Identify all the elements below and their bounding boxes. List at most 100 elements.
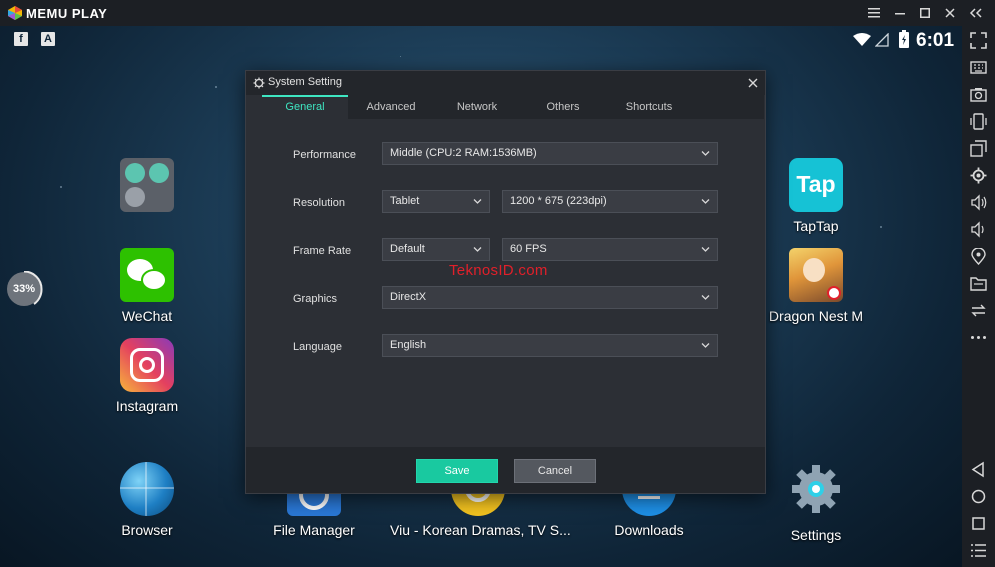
performance-label: Performance	[293, 149, 356, 161]
chevron-down-icon	[701, 199, 710, 204]
tab-general[interactable]: General	[262, 95, 348, 119]
resolution-value: 1200 * 675 (223dpi)	[510, 195, 607, 207]
chevron-down-icon	[473, 199, 482, 204]
performance-value: Middle (CPU:2 RAM:1536MB)	[390, 147, 537, 159]
tab-shortcuts[interactable]: Shortcuts	[606, 95, 692, 119]
background-star	[215, 86, 217, 88]
app-label: Dragon Nest M	[768, 308, 864, 324]
volume-up-icon[interactable]	[970, 194, 987, 211]
minimize-icon[interactable]	[890, 3, 910, 23]
location-icon[interactable]	[970, 248, 987, 265]
close-icon[interactable]	[940, 3, 960, 23]
app-label: WeChat	[121, 308, 173, 324]
app-label: Settings	[790, 527, 842, 543]
cancel-button[interactable]: Cancel	[514, 459, 596, 483]
facebook-icon: f	[14, 32, 28, 46]
home-icon[interactable]	[970, 488, 987, 505]
app-dragon-nest[interactable]: Dragon Nest M	[756, 248, 876, 324]
folder-icon[interactable]	[970, 275, 987, 292]
settings-icon[interactable]	[970, 167, 987, 184]
battery-icon	[899, 30, 909, 48]
a-letter-icon: A	[41, 32, 55, 46]
close-icon[interactable]	[748, 78, 758, 88]
globe-icon	[120, 462, 174, 516]
clock: 6:01	[916, 30, 955, 51]
hamburger-icon[interactable]	[864, 3, 884, 23]
memory-progress-label: 33%	[12, 283, 36, 295]
background-star	[400, 56, 401, 57]
performance-select[interactable]: Middle (CPU:2 RAM:1536MB)	[382, 142, 718, 165]
chevron-down-icon	[473, 247, 482, 252]
chevron-down-icon	[701, 247, 710, 252]
graphics-select[interactable]: DirectX	[382, 286, 718, 309]
maximize-icon[interactable]	[915, 3, 935, 23]
back-icon[interactable]	[970, 461, 987, 478]
frame-rate-label: Frame Rate	[293, 245, 352, 257]
frame-rate-mode-select[interactable]: Default	[382, 238, 490, 261]
app-instagram[interactable]: Instagram	[87, 338, 207, 414]
keyboard-icon[interactable]	[970, 59, 987, 76]
frame-rate-mode-value: Default	[390, 243, 425, 255]
app-google-folder[interactable]	[87, 158, 207, 218]
google-apps-folder-icon	[120, 158, 174, 212]
memu-logo-icon	[8, 6, 22, 20]
app-label: Downloads	[614, 522, 684, 538]
double-chevron-left-icon[interactable]	[966, 3, 986, 23]
resolution-mode-value: Tablet	[390, 195, 420, 207]
gear-icon	[253, 77, 265, 89]
tab-network[interactable]: Network	[434, 95, 520, 119]
chevron-down-icon	[701, 151, 710, 156]
resolution-mode-select[interactable]: Tablet	[382, 190, 490, 213]
more-icon[interactable]	[970, 329, 987, 346]
chevron-down-icon	[701, 343, 710, 348]
save-button[interactable]: Save	[416, 459, 498, 483]
graphics-value: DirectX	[390, 291, 427, 303]
app-title: MEMU PLAY	[26, 6, 108, 21]
fullscreen-icon[interactable]	[970, 32, 987, 49]
app-label: Instagram	[115, 398, 179, 414]
language-label: Language	[293, 341, 342, 353]
taptap-icon: Tap	[789, 158, 843, 212]
app-browser[interactable]: Browser	[87, 462, 207, 538]
watermark-text: TeknosID.com	[449, 262, 548, 279]
signal-icon	[875, 33, 889, 47]
resolution-value-select[interactable]: 1200 * 675 (223dpi)	[502, 190, 718, 213]
system-setting-dialog: System Setting General Advanced Network …	[245, 70, 766, 494]
graphics-label: Graphics	[293, 293, 338, 305]
app-wechat[interactable]: WeChat	[87, 248, 207, 324]
tab-others[interactable]: Others	[520, 95, 606, 119]
dialog-footer: Save Cancel	[246, 447, 765, 493]
app-label: Browser	[121, 522, 173, 538]
frame-rate-value-select[interactable]: 60 FPS	[502, 238, 718, 261]
status-bar-right: 6:01	[850, 29, 960, 51]
background-star	[60, 186, 62, 188]
volume-down-icon[interactable]	[970, 221, 987, 238]
language-select[interactable]: English	[382, 334, 718, 357]
menu-list-icon[interactable]	[970, 542, 987, 559]
title-bar: MEMU PLAY	[0, 0, 995, 26]
app-settings[interactable]: Settings	[756, 462, 876, 543]
screenshot-icon[interactable]	[970, 86, 987, 103]
dialog-header: System Setting	[246, 71, 765, 95]
app-taptap[interactable]: Tap TapTap	[756, 158, 876, 234]
app-label: TapTap	[793, 218, 839, 234]
wechat-icon	[120, 248, 174, 302]
dragon-nest-icon	[789, 248, 843, 302]
app-label: File Manager	[273, 522, 355, 538]
instagram-icon	[120, 338, 174, 392]
chevron-down-icon	[701, 295, 710, 300]
dialog-title: System Setting	[268, 76, 342, 88]
tab-advanced[interactable]: Advanced	[348, 95, 434, 119]
language-value: English	[390, 339, 427, 351]
wifi-icon	[853, 33, 871, 46]
resolution-label: Resolution	[293, 197, 345, 209]
rotate-icon[interactable]	[970, 302, 987, 319]
app-label: Viu - Korean Dramas, TV S...	[390, 522, 571, 538]
shake-icon[interactable]	[970, 113, 987, 130]
multi-window-icon[interactable]	[970, 140, 987, 157]
settings-tab-bar: General Advanced Network Others Shortcut…	[262, 95, 764, 119]
recent-apps-icon[interactable]	[970, 515, 987, 532]
right-toolbar	[962, 26, 995, 567]
settings-gear-icon	[792, 465, 840, 513]
frame-rate-value: 60 FPS	[510, 243, 547, 255]
